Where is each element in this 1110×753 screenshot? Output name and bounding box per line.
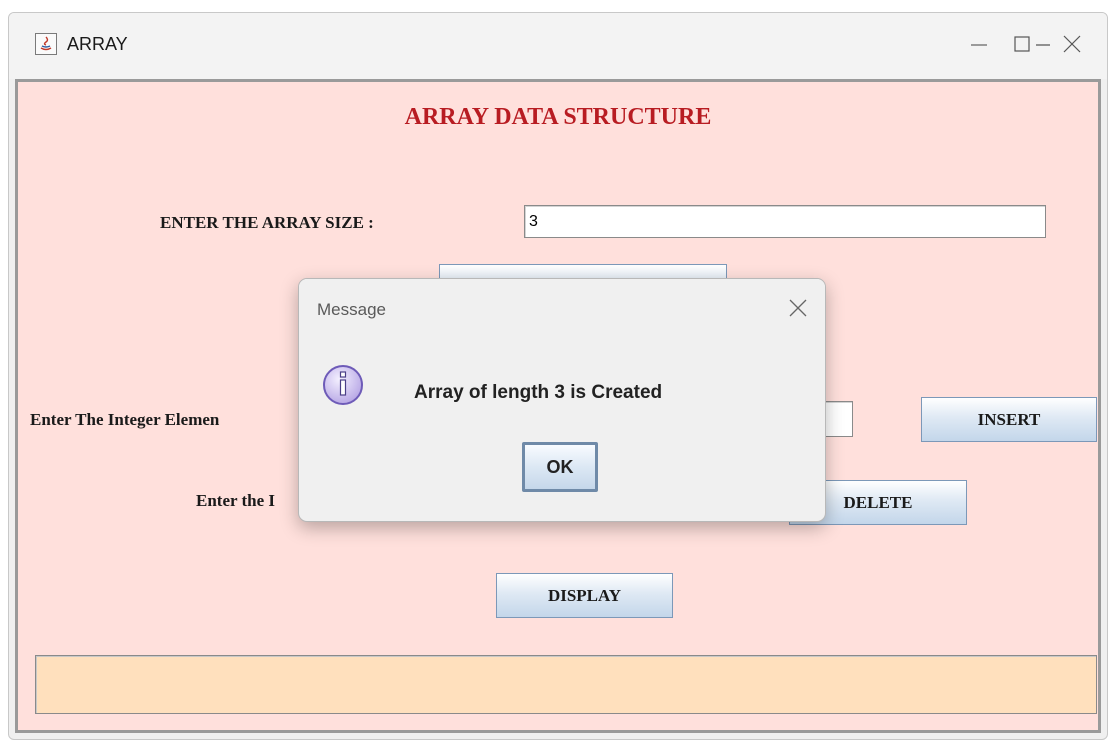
array-size-input[interactable] bbox=[524, 205, 1046, 238]
maximize-icon[interactable] bbox=[1009, 29, 1039, 59]
title-bar[interactable]: ARRAY bbox=[9, 13, 1107, 79]
display-button[interactable]: DISPLAY bbox=[496, 573, 673, 618]
minimize-icon[interactable] bbox=[963, 29, 993, 59]
delete-element-label: Enter the I bbox=[196, 491, 276, 510]
output-field[interactable] bbox=[35, 655, 1097, 714]
java-app-icon bbox=[35, 33, 57, 55]
array-size-label: ENTER THE ARRAY SIZE : bbox=[160, 213, 374, 232]
info-icon bbox=[321, 363, 365, 407]
dialog-title-bar[interactable]: Message bbox=[299, 279, 825, 339]
page-title: ARRAY DATA STRUCTURE bbox=[404, 104, 712, 130]
ok-button[interactable]: OK bbox=[522, 442, 598, 492]
insert-button[interactable]: INSERT bbox=[921, 397, 1097, 442]
insert-element-label: Enter The Integer Elemen bbox=[30, 410, 220, 429]
close-icon[interactable] bbox=[1056, 29, 1086, 59]
dialog-message: Array of length 3 is Created bbox=[414, 382, 663, 403]
window-title: ARRAY bbox=[67, 34, 128, 54]
dialog-title: Message bbox=[317, 300, 386, 319]
dialog-close-icon[interactable] bbox=[787, 297, 809, 319]
message-dialog: Message Array of length 3 is Created OK bbox=[298, 278, 826, 522]
